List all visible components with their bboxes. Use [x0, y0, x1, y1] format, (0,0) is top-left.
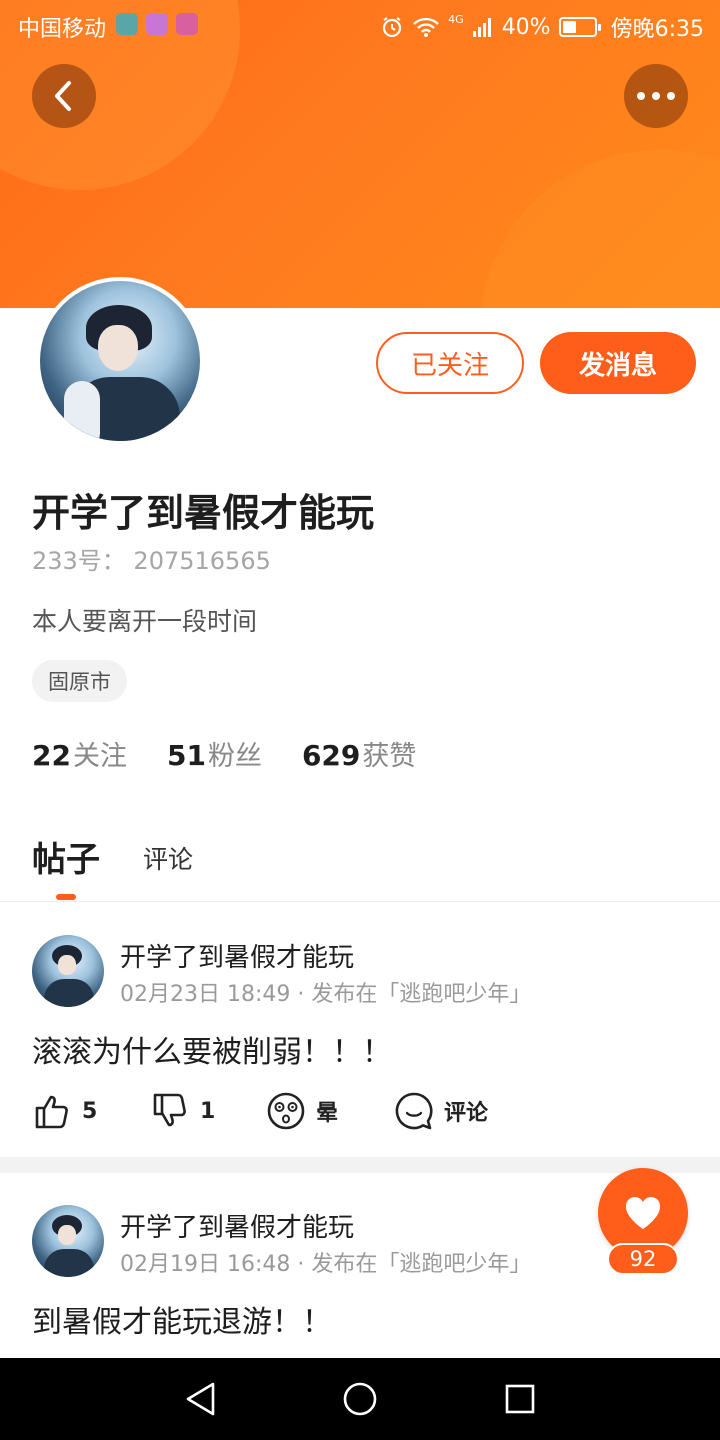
stat-fans[interactable]: 51 粉丝 — [167, 734, 262, 773]
active-tab-indicator — [56, 894, 76, 900]
post-text[interactable]: 滚滚为什么要被削弱！！！ — [32, 1027, 392, 1071]
stat-value: 22 — [32, 739, 71, 772]
dizzy-face-icon — [267, 1092, 305, 1130]
dizzy-label: 晕 — [316, 1101, 339, 1126]
wifi-icon — [413, 17, 440, 37]
profile-avatar[interactable] — [36, 277, 204, 445]
stat-label: 粉丝 — [207, 741, 262, 772]
floating-like-count: 92 — [607, 1243, 679, 1275]
followed-button[interactable]: 已关注 — [376, 332, 524, 394]
thumbs-up-icon — [35, 1095, 68, 1129]
post-actions: 5 1 晕 评论 — [32, 1091, 692, 1135]
profile-username: 开学了到暑假才能玩 — [32, 491, 375, 535]
like-button[interactable]: 5 — [32, 1091, 97, 1131]
shield-app-icon — [116, 13, 138, 35]
post-text[interactable]: 到暑假才能玩退游！！ — [32, 1297, 332, 1341]
post-card[interactable]: 开学了到暑假才能玩 02月23日 18:49 · 发布在「逃跑吧少年」 滚滚为什… — [0, 903, 720, 1157]
stat-label: 获赞 — [362, 741, 417, 772]
heart-icon — [625, 1197, 661, 1229]
network-type: 4G — [448, 12, 464, 26]
comment-bubble-icon — [395, 1092, 433, 1130]
back-button[interactable] — [32, 64, 96, 128]
square-recents-icon — [505, 1384, 535, 1414]
stat-label: 关注 — [72, 741, 127, 772]
clock-app-icon — [176, 13, 198, 35]
clock-time: 傍晚6:35 — [610, 17, 704, 42]
comment-label: 评论 — [444, 1101, 489, 1126]
dislike-count: 1 — [200, 1098, 216, 1124]
thumbs-down-icon — [153, 1093, 186, 1127]
banner-decoration — [480, 150, 720, 308]
post-author-avatar[interactable] — [32, 935, 104, 1007]
music-app-icon — [146, 13, 168, 35]
tab-posts[interactable]: 帖子 — [32, 832, 100, 881]
profile-header-banner: 中国移动 4G 40% 傍晚6:35 — [0, 0, 720, 308]
more-options-button[interactable] — [624, 64, 688, 128]
signal-icon — [472, 18, 491, 37]
post-author-avatar[interactable] — [32, 1205, 104, 1277]
dizzy-reaction-button[interactable]: 晕 — [266, 1091, 338, 1131]
circle-home-icon — [343, 1382, 377, 1416]
chevron-left-icon — [55, 81, 71, 111]
comment-button[interactable]: 评论 — [394, 1091, 488, 1131]
send-message-button[interactable]: 发消息 — [540, 332, 696, 394]
nav-home-button[interactable] — [339, 1378, 381, 1420]
tab-comments[interactable]: 评论 — [143, 840, 193, 876]
stat-value: 629 — [301, 739, 361, 772]
profile-user-id: 233号： 207516565 — [32, 547, 271, 575]
profile-stats: 22 关注 51 粉丝 629 获赞 — [32, 734, 416, 773]
location-tag: 固原市 — [32, 660, 127, 702]
stat-likes: 629 获赞 — [302, 734, 416, 773]
nav-recents-button[interactable] — [499, 1378, 541, 1420]
system-navigation-bar — [0, 1358, 720, 1440]
content-tabs: 帖子 评论 — [0, 826, 720, 902]
post-divider — [0, 1157, 720, 1173]
post-meta: 02月23日 18:49 · 发布在「逃跑吧少年」 — [120, 982, 532, 1007]
profile-bio: 本人要离开一段时间 — [32, 607, 258, 636]
post-author-name[interactable]: 开学了到暑假才能玩 — [120, 1207, 354, 1244]
dislike-button[interactable]: 1 — [150, 1091, 215, 1131]
post-author-name[interactable]: 开学了到暑假才能玩 — [120, 937, 354, 974]
post-meta: 02月19日 16:48 · 发布在「逃跑吧少年」 — [120, 1252, 532, 1277]
more-horizontal-icon — [637, 92, 675, 100]
stat-value: 51 — [166, 739, 206, 772]
battery-percent: 40% — [501, 14, 551, 40]
nav-back-button[interactable] — [179, 1378, 221, 1420]
triangle-back-icon — [186, 1382, 215, 1416]
alarm-icon — [383, 17, 402, 38]
battery-icon — [558, 17, 601, 37]
stat-following[interactable]: 22 关注 — [32, 734, 127, 773]
like-count: 5 — [82, 1098, 98, 1124]
avatar-image — [40, 281, 200, 441]
carrier-name: 中国移动 — [18, 17, 107, 42]
status-bar: 中国移动 4G 40% 傍晚6:35 — [0, 0, 720, 50]
